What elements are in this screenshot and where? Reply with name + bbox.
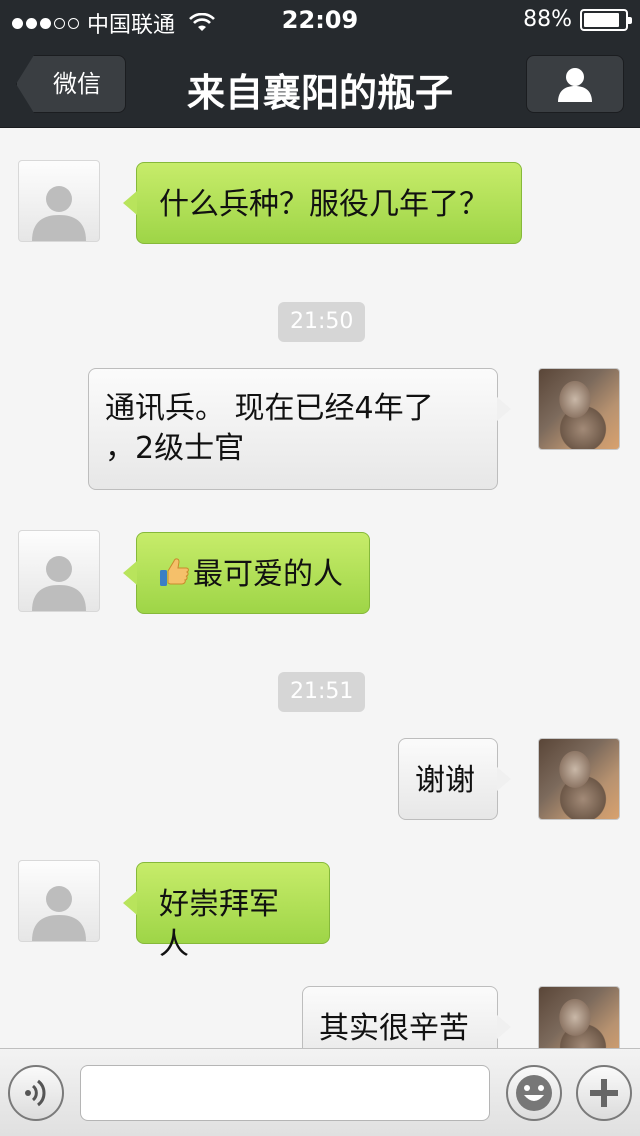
chat-message-list[interactable]: 什么兵种？服役几年了？ 21:50 通讯兵。 现在已经4年了 ，2级士官 最可爱… xyxy=(0,128,640,1048)
battery-percent: 88% xyxy=(523,7,572,32)
my-avatar[interactable] xyxy=(538,738,620,820)
message-bubble-incoming[interactable]: 什么兵种？服役几年了？ xyxy=(123,162,522,244)
message-bubble-outgoing[interactable]: 其实很辛苦 xyxy=(302,986,511,1048)
voice-icon xyxy=(25,1079,46,1107)
message-text-line1: 通讯兵。 现在已经4年了 xyxy=(105,391,434,426)
message-text-input[interactable] xyxy=(80,1065,490,1121)
message-input-bar xyxy=(0,1048,640,1136)
battery-icon xyxy=(580,8,632,31)
default-avatar-icon xyxy=(32,556,86,611)
emoji-button[interactable] xyxy=(506,1065,562,1121)
message-bubble-incoming[interactable]: 最可爱的人 xyxy=(123,532,370,614)
default-avatar-icon xyxy=(32,886,86,941)
contact-avatar[interactable] xyxy=(18,160,100,242)
message-bubble-outgoing[interactable]: 谢谢 xyxy=(398,738,511,820)
smiley-icon xyxy=(516,1075,552,1111)
message-timestamp: 21:51 xyxy=(278,672,366,712)
navigation-bar: 微信 来自襄阳的瓶子 xyxy=(0,40,640,128)
status-right: 88% xyxy=(523,7,632,32)
my-avatar[interactable] xyxy=(538,986,620,1048)
default-avatar-icon xyxy=(32,186,86,241)
message-text: 好崇拜军人 xyxy=(159,887,279,962)
message-timestamp: 21:50 xyxy=(278,302,366,342)
status-bar: 中国联通 22:09 88% xyxy=(0,0,640,40)
person-icon xyxy=(558,68,592,102)
more-options-button[interactable] xyxy=(576,1065,632,1121)
message-text: 其实很辛苦 xyxy=(319,1011,469,1046)
message-text: 什么兵种？服役几年了？ xyxy=(159,187,489,222)
chat-info-button[interactable] xyxy=(526,55,624,113)
voice-input-button[interactable] xyxy=(8,1065,64,1121)
plus-icon xyxy=(590,1079,618,1107)
contact-avatar[interactable] xyxy=(18,860,100,942)
message-bubble-incoming[interactable]: 好崇拜军人 xyxy=(123,862,330,962)
battery-fill xyxy=(584,12,619,27)
contact-avatar[interactable] xyxy=(18,530,100,612)
my-avatar[interactable] xyxy=(538,368,620,450)
thumbs-up-icon xyxy=(160,558,189,586)
message-text-line2: ，2级士官 xyxy=(105,431,245,466)
message-bubble-outgoing[interactable]: 通讯兵。 现在已经4年了 ，2级士官 xyxy=(88,368,511,490)
message-text: 最可爱的人 xyxy=(193,557,343,592)
message-text: 谢谢 xyxy=(415,763,475,798)
